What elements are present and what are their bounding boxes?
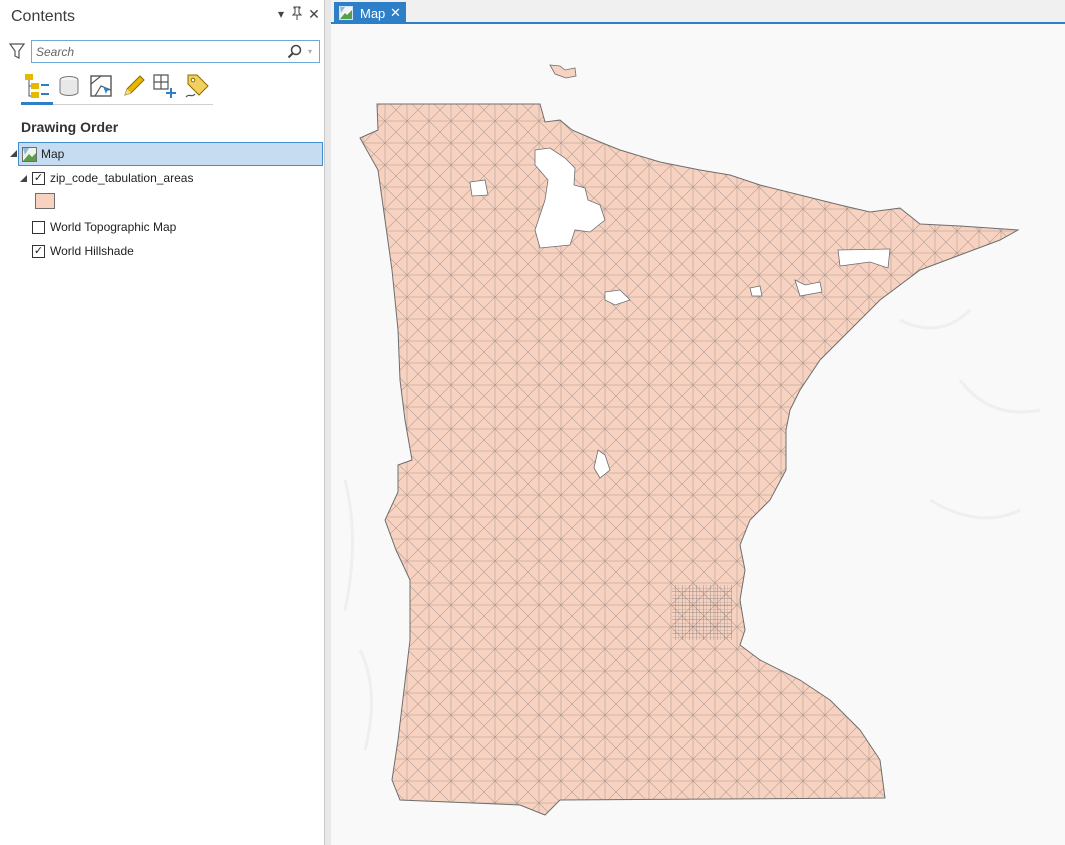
filter-icon[interactable] xyxy=(8,42,26,60)
collapse-arrow-icon[interactable] xyxy=(10,150,17,157)
list-by-editing-icon[interactable] xyxy=(119,72,147,100)
layer-name[interactable]: World Topographic Map xyxy=(50,220,176,234)
map-svg xyxy=(343,64,1041,816)
list-by-data-source-icon[interactable] xyxy=(55,72,83,100)
map-tab-label: Map xyxy=(360,6,386,21)
map-node[interactable]: Map xyxy=(10,142,323,166)
search-options-dropdown-icon[interactable]: ▾ xyxy=(308,45,318,59)
layer-visibility-checkbox[interactable]: ✓ xyxy=(32,245,45,258)
pin-icon[interactable] xyxy=(290,6,304,22)
zip-code-boundaries xyxy=(360,104,1018,815)
search-input[interactable] xyxy=(36,43,276,60)
layer-visibility-checkbox[interactable]: ✓ xyxy=(32,172,45,185)
search-box[interactable]: ▾ xyxy=(31,40,320,63)
list-by-selection-icon[interactable] xyxy=(87,72,115,100)
list-by-snapping-icon[interactable] xyxy=(151,72,179,100)
list-by-labeling-icon[interactable] xyxy=(183,72,211,100)
drawing-order-heading: Drawing Order xyxy=(21,119,119,135)
collapse-arrow-icon[interactable] xyxy=(20,175,27,182)
pane-options-dropdown-icon[interactable]: ▾ xyxy=(274,6,288,22)
list-by-drawing-order-icon[interactable] xyxy=(23,72,51,100)
active-view-indicator xyxy=(21,102,53,105)
layer-name[interactable]: zip_code_tabulation_areas xyxy=(50,171,193,185)
contents-pane: Contents ▾ ✕ ▾ xyxy=(0,0,325,845)
northwest-angle-polygon xyxy=(549,64,577,79)
layer-symbol-swatch[interactable] xyxy=(35,193,55,209)
tab-map[interactable]: Map ✕ xyxy=(334,2,406,24)
map-tab-strip: Map ✕ xyxy=(331,0,1065,24)
contents-title: Contents xyxy=(11,8,76,25)
layer-visibility-checkbox[interactable] xyxy=(32,221,45,234)
metro-zip-boundaries xyxy=(672,585,732,640)
close-pane-icon[interactable]: ✕ xyxy=(307,6,321,22)
map-icon xyxy=(22,147,37,162)
close-tab-icon[interactable]: ✕ xyxy=(390,5,401,21)
map-canvas[interactable] xyxy=(331,24,1065,845)
layer-name[interactable]: World Hillshade xyxy=(50,244,134,258)
search-icon[interactable] xyxy=(287,44,303,60)
map-node-label: Map xyxy=(41,147,65,161)
map-icon xyxy=(339,6,353,20)
